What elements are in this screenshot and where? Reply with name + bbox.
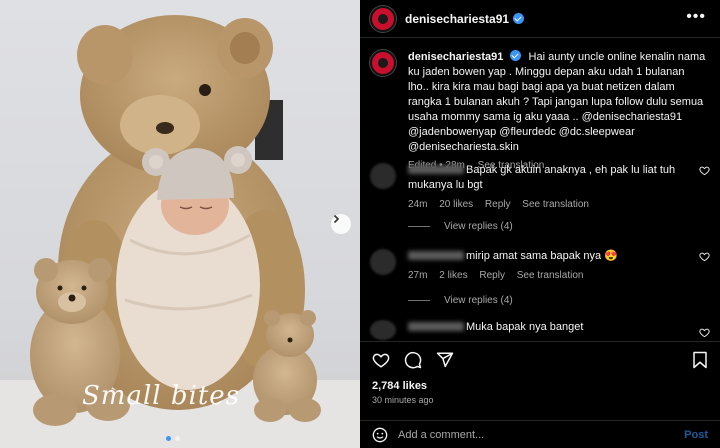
carousel-dot-active <box>166 436 171 441</box>
carousel-dot <box>175 436 180 441</box>
caption-text: denisechariesta91 Hai aunty uncle online… <box>408 50 708 155</box>
verified-icon <box>513 13 525 24</box>
comment-meta: 27m 2 likes Reply See translation <box>408 270 678 281</box>
avatar[interactable] <box>370 249 396 275</box>
comment-icon <box>404 351 422 368</box>
view-replies-label: View replies (4) <box>444 221 513 232</box>
likes-count[interactable]: 2,784 likes <box>372 380 427 392</box>
post-header: denisechariesta91 ••• <box>360 0 720 38</box>
view-replies-button[interactable]: View replies (4) <box>408 295 513 306</box>
emoji-icon[interactable] <box>372 427 388 443</box>
see-translation-link[interactable]: See translation <box>522 199 589 210</box>
comment-item: mirip amat sama bapak nya 😍 27m 2 likes … <box>370 249 710 281</box>
comment-likes[interactable]: 2 likes <box>439 270 467 281</box>
caption-body: Hai aunty uncle online kenalin nama ku j… <box>408 51 706 153</box>
see-translation-link[interactable]: See translation <box>517 270 584 281</box>
heart-icon[interactable] <box>699 165 710 176</box>
reply-button[interactable]: Reply <box>479 270 505 281</box>
post-details-panel: denisechariesta91 ••• denisechariesta91 … <box>360 0 720 448</box>
like-button[interactable] <box>372 351 390 369</box>
comment-text: Bapak gk akuin anaknya , eh pak lu liat … <box>408 163 678 193</box>
comment-body: Muka bapak nya banget <box>466 321 584 333</box>
username-link[interactable]: denisechariesta91 <box>405 12 509 26</box>
add-comment-bar: Add a comment... Post <box>360 420 720 448</box>
comment-body: mirip amat sama bapak nya 😍 <box>466 250 618 262</box>
view-replies-label: View replies (4) <box>444 295 513 306</box>
reply-button[interactable]: Reply <box>485 199 511 210</box>
share-icon <box>436 352 454 367</box>
heart-icon[interactable] <box>699 327 710 338</box>
commenter-username-blurred[interactable] <box>408 322 464 331</box>
comment-meta: 24m 20 likes Reply See translation <box>408 199 678 210</box>
comment-likes[interactable]: 20 likes <box>439 199 473 210</box>
verified-icon <box>510 50 522 61</box>
instagram-post-view: Small bites denisechariesta91 ••• denise… <box>0 0 720 448</box>
comment-item: Muka bapak nya banget <box>370 320 710 340</box>
carousel-indicator <box>166 436 180 441</box>
share-button[interactable] <box>436 351 454 369</box>
caption-username[interactable]: denisechariesta91 <box>408 51 503 63</box>
comment-time: 24m <box>408 199 428 210</box>
photo-watermark: Small bites <box>82 381 240 411</box>
post-caption: denisechariesta91 Hai aunty uncle online… <box>370 50 710 171</box>
comment-button[interactable] <box>404 351 422 369</box>
comment-item: Bapak gk akuin anaknya , eh pak lu liat … <box>370 163 710 210</box>
avatar[interactable] <box>370 50 396 76</box>
heart-icon <box>372 353 390 368</box>
comment-text: Muka bapak nya banget <box>408 320 678 335</box>
post-timestamp: 30 minutes ago <box>372 395 434 405</box>
avatar[interactable] <box>370 320 396 340</box>
save-button[interactable] <box>692 351 708 372</box>
chevron-right-icon <box>333 214 340 224</box>
post-photo[interactable]: Small bites <box>0 0 360 448</box>
comment-text: mirip amat sama bapak nya 😍 <box>408 249 678 264</box>
avatar[interactable] <box>370 163 396 189</box>
commenter-username-blurred[interactable] <box>408 165 464 174</box>
post-comment-button[interactable]: Post <box>684 429 708 441</box>
next-photo-button[interactable] <box>331 214 351 234</box>
avatar[interactable] <box>370 5 396 32</box>
more-icon[interactable]: ••• <box>686 9 706 25</box>
view-replies-button[interactable]: View replies (4) <box>408 221 513 232</box>
bookmark-icon <box>693 351 707 369</box>
post-actions <box>360 341 720 377</box>
comment-input[interactable]: Add a comment... <box>398 429 684 441</box>
heart-icon[interactable] <box>699 251 710 262</box>
commenter-username-blurred[interactable] <box>408 251 464 260</box>
comment-time: 27m <box>408 270 428 281</box>
